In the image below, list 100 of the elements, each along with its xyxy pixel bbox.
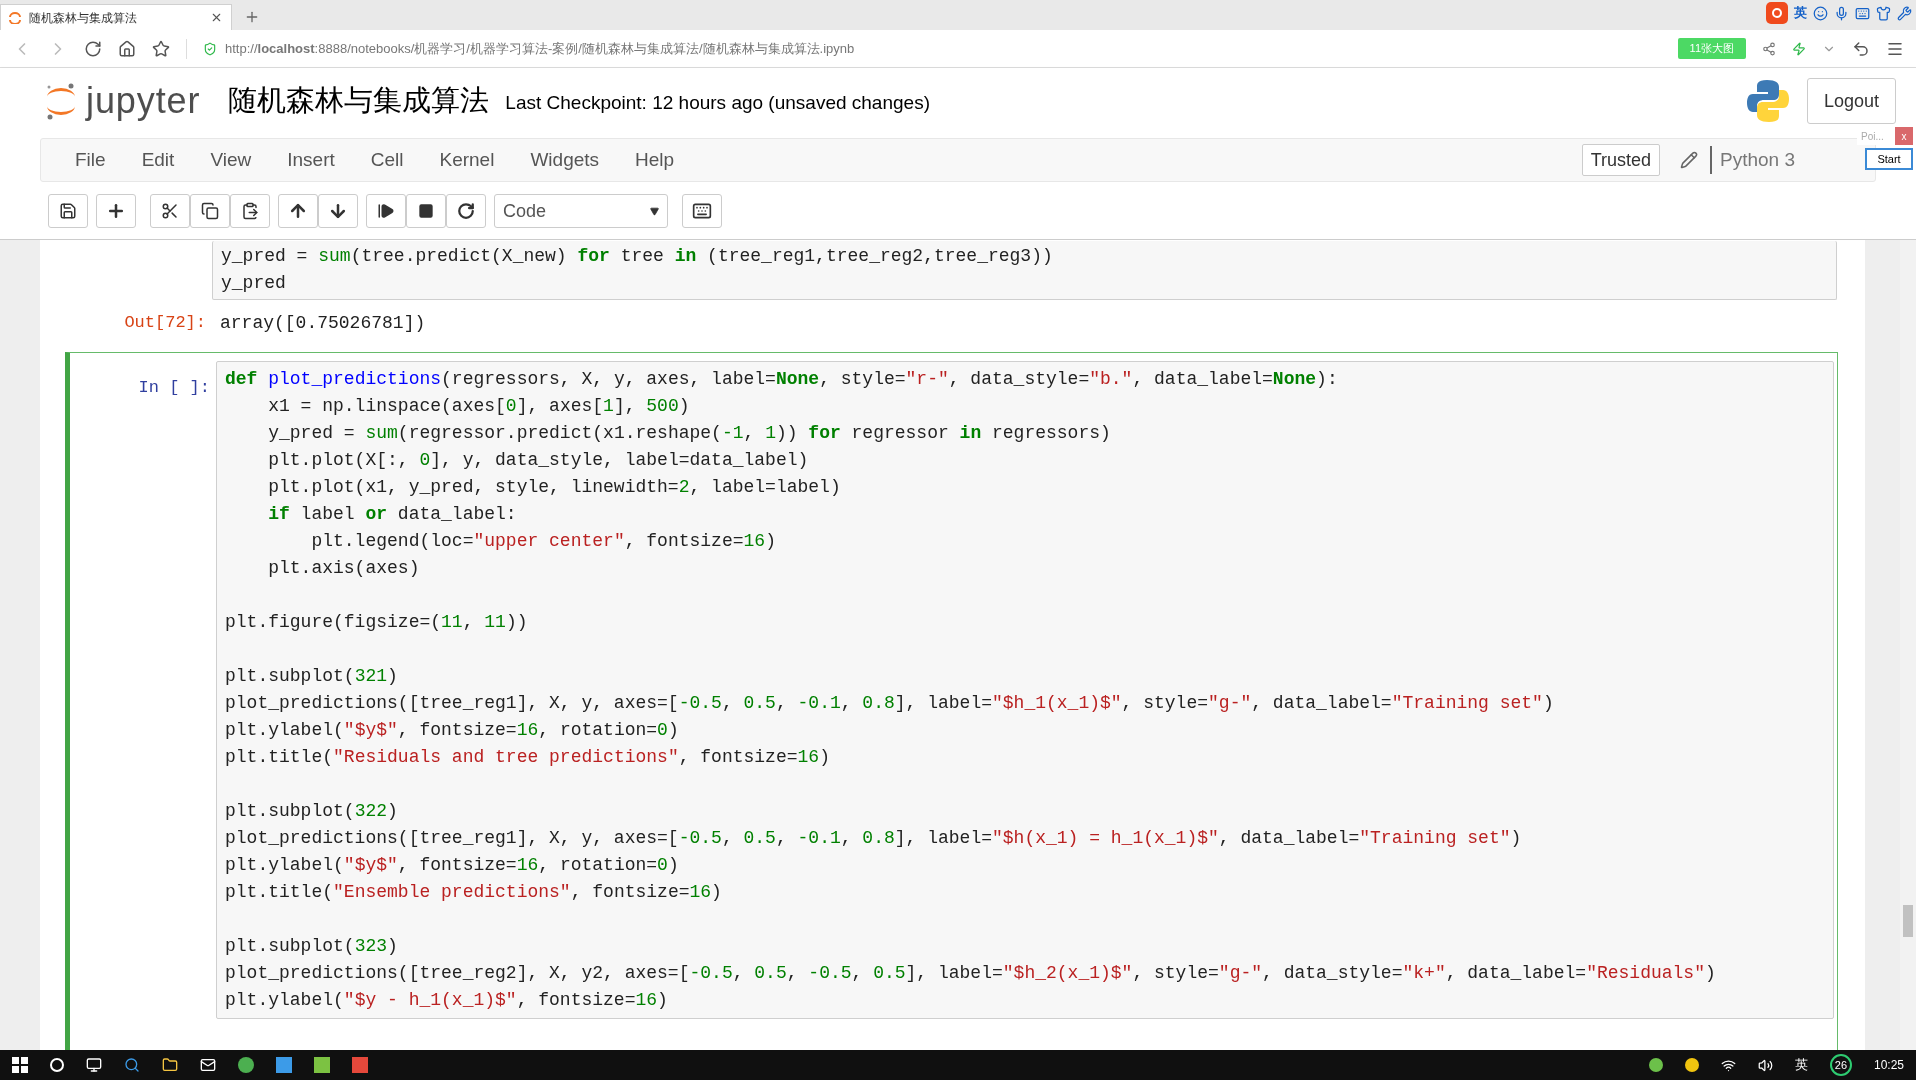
stop-button[interactable] xyxy=(406,194,446,228)
start-button[interactable]: Start xyxy=(1865,148,1913,170)
code-line: def plot_predictions(regressors, X, y, axes, label=None, style="r-", data_style="b.", data_label=None): xyxy=(225,368,1339,391)
sogou-icon[interactable] xyxy=(1766,2,1788,24)
code-line: y_pred = sum(regressor.predict(x1.reshape(-1, 1)) for regressor in regressors) xyxy=(267,422,1112,445)
reload-icon[interactable] xyxy=(84,39,102,58)
clock[interactable]: 10:25 xyxy=(1873,1056,1904,1074)
wrench-icon[interactable] xyxy=(1897,5,1912,21)
code-line: plt.legend(loc="upper center", fontsize=16) xyxy=(310,530,777,553)
task-view-icon[interactable] xyxy=(86,1057,102,1073)
undo-icon[interactable] xyxy=(1852,39,1870,58)
save-button[interactable] xyxy=(48,194,88,228)
arrow-up-icon xyxy=(288,201,308,221)
search-icon[interactable] xyxy=(124,1057,140,1073)
menu-item[interactable]: View xyxy=(210,145,252,175)
notification-badge[interactable]: 26 xyxy=(1829,1054,1852,1076)
move-up-button[interactable] xyxy=(278,194,318,228)
output-text: array([0.75026781]) xyxy=(219,312,427,335)
code-line: plt.plot(X[:, 0], y, data_style, label=data_label) xyxy=(267,449,810,472)
move-down-button[interactable] xyxy=(318,194,358,228)
menu-item[interactable]: Cell xyxy=(370,145,404,175)
paste-icon xyxy=(241,202,259,220)
edit-mode-icon xyxy=(1680,151,1698,169)
insert-cell-button[interactable] xyxy=(96,194,136,228)
smiley-icon[interactable] xyxy=(1813,5,1828,21)
code-line: plt.ylabel("$y$", fontsize=16, rotation=0) xyxy=(225,854,680,877)
shirt-icon[interactable] xyxy=(1876,5,1891,21)
code-line: if label or data_label: xyxy=(267,503,518,526)
trusted-indicator[interactable]: Trusted xyxy=(1581,144,1660,176)
code-line: plt.title("Ensemble predictions", fontsize=16) xyxy=(225,881,723,904)
scrollbar[interactable] xyxy=(1900,240,1916,1050)
notebook-title[interactable]: 随机森林与集成算法 xyxy=(228,79,490,123)
stop-icon xyxy=(418,203,434,219)
keyboard-icon[interactable] xyxy=(1855,5,1870,21)
code-line: y_pred xyxy=(221,272,287,295)
network-icon[interactable] xyxy=(1720,1057,1736,1073)
microphone-icon[interactable] xyxy=(1834,5,1849,21)
code-line: plt.subplot(323) xyxy=(225,935,399,958)
paste-button[interactable] xyxy=(230,194,270,228)
new-tab-icon[interactable] xyxy=(244,9,260,25)
menu-item[interactable]: Insert xyxy=(287,145,335,175)
python-logo-icon xyxy=(1744,78,1791,124)
notebook-cell[interactable]: y_pred = sum(tree.predict(X_new) for tree in (tree_reg1,tree_reg2,tree_reg3)) y_pred Out[72]: array([0.75026781]) xyxy=(65,240,1838,338)
copy-button[interactable] xyxy=(190,194,230,228)
shield-icon xyxy=(203,41,217,56)
code-line: plt.ylabel("$y - h_1(x_1)$", fontsize=16) xyxy=(225,989,669,1012)
folder-icon[interactable] xyxy=(162,1057,178,1073)
code-line: plot_predictions([tree_reg1], X, y, axes=[-0.5, 0.5, -0.1, 0.8], label="$h_1(x_1)$", style="g-", data_label="Training set") xyxy=(225,692,1555,715)
arrow-down-icon xyxy=(328,201,348,221)
ime-indicator[interactable]: 英 xyxy=(1794,1055,1808,1075)
code-line: plt.subplot(322) xyxy=(225,800,399,823)
bookmark-star-icon[interactable] xyxy=(152,39,170,58)
logout-button[interactable]: Logout xyxy=(1806,78,1896,124)
code-line: plt.axis(axes) xyxy=(267,557,421,580)
menu-item[interactable]: Help xyxy=(635,145,675,175)
code-line: plt.ylabel("$y$", fontsize=16, rotation=0) xyxy=(225,719,680,742)
lightning-icon[interactable] xyxy=(1792,41,1806,56)
browser-tab[interactable]: 随机森林与集成算法 xyxy=(0,4,232,30)
menu-item[interactable]: File xyxy=(75,145,106,175)
popup-title: Poi... xyxy=(1861,129,1884,144)
jupyter-favicon-icon xyxy=(9,11,21,24)
code-input-area[interactable]: y_pred = sum(tree.predict(X_new) for tree in (tree_reg1,tree_reg2,tree_reg3)) y_pred xyxy=(212,241,1837,300)
code-line: plt.subplot(321) xyxy=(225,665,399,688)
cut-button[interactable] xyxy=(150,194,190,228)
checkpoint-status: Last Checkpoint: 12 hours ago (unsaved changes) xyxy=(505,90,931,115)
code-line: plt.title("Residuals and tree predictions", fontsize=16) xyxy=(225,746,831,769)
home-icon[interactable] xyxy=(118,39,136,58)
code-line: x1 = np.linspace(axes[0], axes[1], 500) xyxy=(267,395,691,418)
tray-icon[interactable] xyxy=(1684,1058,1699,1072)
run-button[interactable] xyxy=(366,194,406,228)
scrollbar-thumb[interactable] xyxy=(1903,905,1913,937)
copy-icon xyxy=(201,202,219,220)
dropdown-caret-icon xyxy=(650,206,659,216)
address-field[interactable]: http://localhost:8888/notebooks/机器学习/机器学习算法-案例/随机森林与集成算法/随机森林与集成算法.ipynb xyxy=(203,38,1662,59)
keyboard-shortcuts-button[interactable] xyxy=(682,194,722,228)
restart-button[interactable] xyxy=(446,194,486,228)
cell-type-select[interactable]: Code xyxy=(494,194,668,228)
close-icon[interactable] xyxy=(210,11,223,24)
menu-item[interactable]: Kernel xyxy=(439,145,495,175)
mail-icon[interactable] xyxy=(200,1057,216,1073)
app-icon[interactable] xyxy=(238,1057,254,1073)
restart-icon xyxy=(457,202,475,220)
windows-start-icon[interactable] xyxy=(12,1057,28,1073)
share-icon[interactable] xyxy=(1762,41,1776,56)
code-line: plot_predictions([tree_reg1], X, y, axes=[-0.5, 0.5, -0.1, 0.8], label="$h(x_1) = h_1(x_1)$", data_label="Training set") xyxy=(225,827,1523,850)
output-prompt: Out[72]: xyxy=(124,312,206,334)
tray-icon[interactable] xyxy=(1648,1058,1663,1072)
code-line: plot_predictions([tree_reg2], X, y2, axes=[-0.5, 0.5, -0.5, 0.5], label="$h_2(x_1)$", style="g-", data_style="k+", data_label="Residuals") xyxy=(225,962,1717,985)
keyboard-icon xyxy=(692,201,712,221)
menu-item[interactable]: Edit xyxy=(141,145,175,175)
volume-icon[interactable] xyxy=(1757,1057,1773,1073)
menu-item[interactable]: Widgets xyxy=(530,145,600,175)
scissors-icon xyxy=(161,202,179,220)
ime-language[interactable]: 英 xyxy=(1794,3,1807,23)
plus-icon xyxy=(106,201,126,221)
save-icon xyxy=(59,202,77,220)
tab-title: 随机森林与集成算法 xyxy=(29,9,138,27)
kernel-name: Python 3 xyxy=(1720,147,1795,172)
step-forward-icon xyxy=(377,202,395,220)
jupyter-wordmark[interactable]: jupyter xyxy=(86,83,201,119)
